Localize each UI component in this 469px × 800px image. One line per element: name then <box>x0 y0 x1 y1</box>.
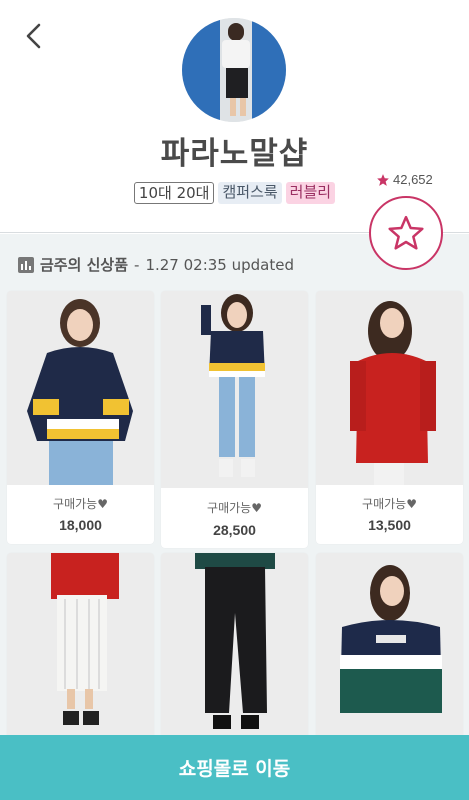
product-card[interactable]: 구매가능♥ 18,000 <box>7 291 154 544</box>
favorite-count: 42,652 <box>376 172 433 187</box>
product-status: 구매가능♥ <box>53 497 108 511</box>
product-status: 구매가능♥ <box>207 501 262 515</box>
shop-name: 파라노말샵 <box>160 136 309 172</box>
tag-style[interactable]: 러블리 <box>285 182 336 204</box>
update-time: 1.27 02:35 updated <box>145 255 294 274</box>
tag-age[interactable]: 10대 20대 <box>133 182 215 204</box>
product-status: 구매가능♥ <box>362 497 417 511</box>
product-price: 18,000 <box>59 517 102 533</box>
tag-style[interactable]: 캠퍼스룩 <box>218 182 282 204</box>
go-to-shop-button[interactable]: 쇼핑몰로 이동 <box>0 735 469 800</box>
update-info: 금주의 신상품 - 1.27 02:35 updated <box>18 254 294 275</box>
product-price: 28,500 <box>213 522 256 538</box>
product-image <box>7 291 154 485</box>
product-card[interactable]: 구매가능♥ 13,500 <box>316 291 463 544</box>
product-section: 금주의 신상품 - 1.27 02:35 updated 구매가능♥ 18,00… <box>0 234 469 800</box>
product-image <box>161 291 308 488</box>
favorite-count-value: 42,652 <box>393 172 433 187</box>
shop-avatar <box>182 18 286 122</box>
star-filled-icon <box>377 173 389 186</box>
bar-chart-icon <box>18 256 34 273</box>
product-price: 13,500 <box>368 517 411 533</box>
favorite-button[interactable] <box>369 196 443 270</box>
update-separator: - <box>134 255 140 274</box>
product-card[interactable]: 구매가능♥ 28,500 <box>161 291 308 548</box>
star-outline-icon <box>388 215 424 250</box>
back-button[interactable] <box>18 20 50 52</box>
update-title: 금주의 신상품 <box>40 256 129 274</box>
chevron-left-icon <box>26 23 41 49</box>
product-image <box>316 291 463 485</box>
